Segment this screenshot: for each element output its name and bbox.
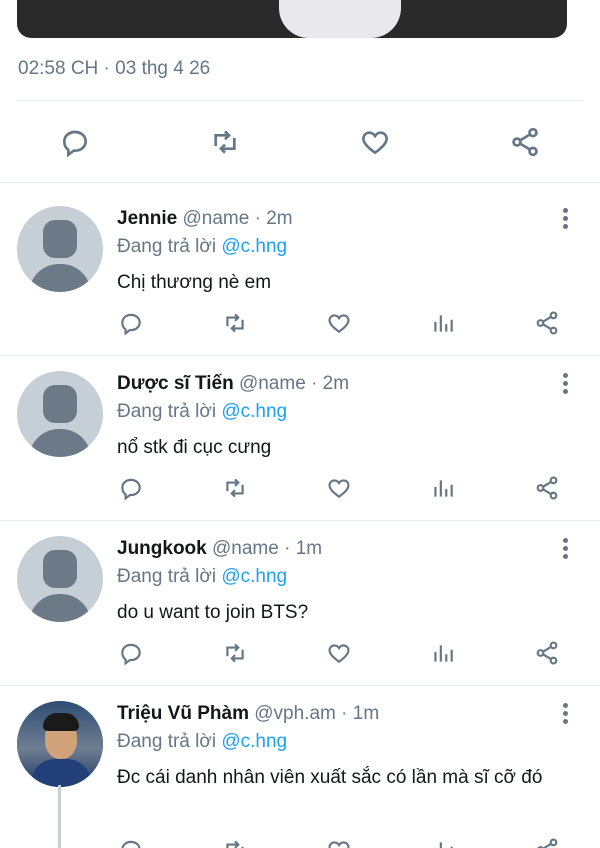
mention-link[interactable]: @c.hng [221, 566, 287, 587]
analytics-icon[interactable] [428, 835, 458, 848]
avatar[interactable] [17, 536, 103, 622]
reply-icon[interactable] [55, 122, 95, 162]
mention-link[interactable]: @c.hng [221, 731, 287, 752]
author-handle: @vph.am [254, 703, 336, 724]
avatar[interactable] [17, 206, 103, 292]
share-icon[interactable] [532, 473, 562, 503]
reply-header: Jungkook @name · 1m [117, 538, 323, 559]
tweet-action-bar [0, 114, 600, 170]
reply-text: do u want to join BTS? [117, 602, 309, 623]
author-name[interactable]: Triệu Vũ Phàm [117, 703, 249, 724]
like-icon[interactable] [324, 638, 354, 668]
share-icon[interactable] [532, 308, 562, 338]
reply-header: Jennie @name · 2m [117, 208, 293, 229]
analytics-icon[interactable] [428, 308, 458, 338]
reply-icon[interactable] [116, 473, 146, 503]
retweet-icon[interactable] [220, 473, 250, 503]
like-icon[interactable] [324, 473, 354, 503]
reply-header: Triệu Vũ Phàm @vph.am · 1m [117, 703, 380, 724]
retweet-icon[interactable] [220, 835, 250, 848]
tweet-timestamp: 02:58 CH · 03 thg 4 26 [18, 58, 211, 79]
reply-header: Dược sĩ Tiến @name · 2m [117, 373, 350, 394]
replying-to: Đang trả lời @c.hng [117, 566, 288, 587]
analytics-icon[interactable] [428, 473, 458, 503]
replying-to: Đang trả lời @c.hng [117, 236, 288, 257]
like-icon[interactable] [324, 835, 354, 848]
avatar[interactable] [17, 701, 103, 787]
reply-time: 1m [352, 703, 380, 724]
share-icon[interactable] [532, 638, 562, 668]
reply-time: 2m [266, 208, 293, 229]
reply-tweet[interactable]: Triệu Vũ Phàm @vph.am · 1m Đang trả lời … [0, 675, 600, 848]
more-options-icon[interactable] [560, 207, 572, 231]
retweet-icon[interactable] [220, 638, 250, 668]
like-icon[interactable] [324, 308, 354, 338]
divider [18, 100, 582, 101]
mention-link[interactable]: @c.hng [221, 236, 287, 257]
replying-to: Đang trả lời @c.hng [117, 731, 288, 752]
more-options-icon[interactable] [560, 702, 572, 726]
tweet-media[interactable] [17, 0, 567, 38]
reply-text: Đc cái danh nhân viên xuất sắc có lần mà… [117, 767, 543, 788]
reply-action-bar [0, 473, 600, 509]
reply-tweet[interactable]: Dược sĩ Tiến @name · 2m Đang trả lời @c.… [0, 345, 600, 510]
author-name[interactable]: Jennie [117, 208, 177, 229]
reply-action-bar [0, 638, 600, 674]
analytics-icon[interactable] [428, 638, 458, 668]
more-options-icon[interactable] [560, 537, 572, 561]
retweet-icon[interactable] [220, 308, 250, 338]
reply-text: nổ stk đi cục cưng [117, 437, 272, 458]
retweet-icon[interactable] [205, 122, 245, 162]
reply-action-bar [0, 308, 600, 344]
reply-tweet[interactable]: Jungkook @name · 1m Đang trả lời @c.hng … [0, 510, 600, 675]
author-name[interactable]: Jungkook [117, 538, 207, 559]
avatar[interactable] [17, 371, 103, 457]
reply-text: Chị thương nè em [117, 272, 272, 293]
share-icon[interactable] [532, 835, 562, 848]
mention-link[interactable]: @c.hng [221, 401, 287, 422]
author-handle: @name [212, 538, 279, 559]
reply-action-bar [0, 835, 600, 848]
reply-icon[interactable] [116, 835, 146, 848]
more-options-icon[interactable] [560, 372, 572, 396]
share-icon[interactable] [505, 122, 545, 162]
replying-to: Đang trả lời @c.hng [117, 401, 288, 422]
reply-icon[interactable] [116, 638, 146, 668]
thread-connector-line [58, 785, 61, 848]
author-handle: @name [238, 373, 306, 394]
reply-icon[interactable] [116, 308, 146, 338]
reply-time: 2m [322, 373, 350, 394]
author-handle: @name [182, 208, 250, 229]
author-name[interactable]: Dược sĩ Tiến [117, 373, 234, 394]
like-icon[interactable] [355, 122, 395, 162]
reply-time: 1m [295, 538, 323, 559]
reply-tweet[interactable]: Jennie @name · 2m Đang trả lời @c.hng Ch… [0, 180, 600, 345]
media-image-detail [279, 0, 401, 38]
